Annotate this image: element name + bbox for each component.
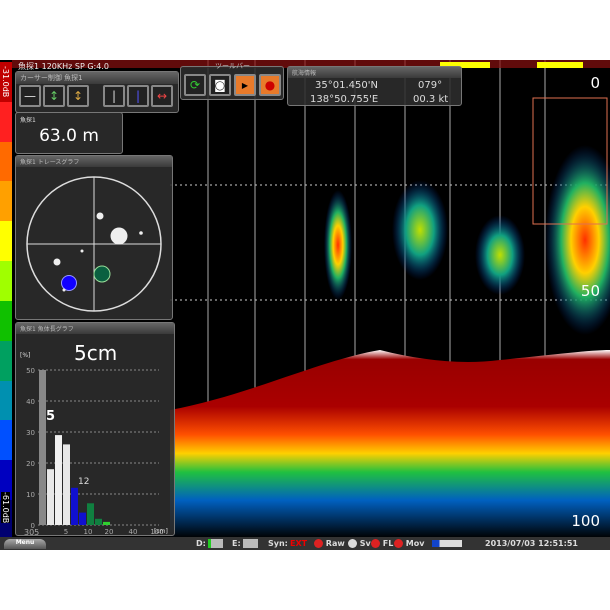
- x-tick-label: 40: [129, 528, 138, 535]
- color-scale-step: [0, 380, 12, 421]
- fish-count: 305: [24, 528, 40, 537]
- mov-toggle[interactable]: Mov: [394, 539, 424, 548]
- color-scale-step: [0, 340, 12, 381]
- histogram-bar: [95, 518, 102, 525]
- color-scale-step: [0, 101, 12, 142]
- trace-graph: [26, 176, 162, 312]
- fish-school: [324, 190, 352, 300]
- d-label: D:: [196, 539, 206, 548]
- histogram-bar: [55, 435, 62, 525]
- trace-graph-panel: 魚探1 トレースグラフ: [15, 155, 173, 320]
- mov-indicator-icon: [394, 539, 403, 548]
- refresh-button[interactable]: ⟳: [184, 74, 206, 96]
- histogram-bar: [47, 469, 54, 525]
- x-tick-label: 10: [84, 528, 93, 535]
- camera-button[interactable]: ◙: [209, 74, 231, 96]
- trace-point: [93, 265, 111, 283]
- panel-title: 魚探1 魚体長グラフ: [16, 323, 174, 334]
- toolbar-panel: ツールバー ⟳ ◙ ▶ ●: [180, 62, 284, 100]
- level-indicator: [432, 540, 462, 547]
- depth-label: 50: [580, 282, 600, 300]
- d-indicator: [208, 539, 223, 548]
- color-scale-step: [0, 141, 12, 182]
- status-bar: Menu D: E: Syn: EXT Raw Sv FL Mov 2013/0…: [0, 537, 610, 550]
- histogram-bar: [63, 444, 70, 525]
- x-axis-label: [cm]: [154, 528, 168, 535]
- vertical-line-button[interactable]: |: [103, 85, 125, 107]
- y-tick-label: 20: [26, 460, 35, 468]
- depth-value: 63.0 m: [39, 126, 99, 146]
- cursor-control-panel: カーサー制御 魚探1 — ↕ ↕ | | ↔: [15, 71, 179, 113]
- horizontal-line-button[interactable]: —: [19, 85, 41, 107]
- raw-indicator-icon: [314, 539, 323, 548]
- length-histogram: 010203040505 10 20 40 100: [26, 367, 164, 535]
- colorbar-bottom-label: -61.0dB: [1, 492, 10, 524]
- longitude: 138°50.755'E: [310, 94, 379, 105]
- color-scale-step: [0, 300, 12, 341]
- color-scale-step: [0, 261, 12, 301]
- histogram-bar: [103, 521, 110, 525]
- color-scale-step: [0, 420, 12, 461]
- marker-bar: [537, 62, 583, 68]
- syn-value: EXT: [290, 539, 308, 548]
- record-button[interactable]: ●: [259, 74, 281, 96]
- y-tick-label: 30: [26, 429, 35, 437]
- raw-toggle[interactable]: Raw: [314, 539, 345, 548]
- latitude: 35°01.450'N: [315, 80, 378, 91]
- fl-toggle[interactable]: FL: [371, 539, 393, 548]
- navigation-panel: 航海情報 35°01.450'N 138°50.755'E 079° 00.3 …: [287, 66, 462, 106]
- histogram-bar: [87, 503, 94, 525]
- sv-indicator-icon: [348, 539, 357, 548]
- fl-indicator-icon: [371, 539, 380, 548]
- panel-title: カーサー制御 魚探1: [16, 72, 178, 84]
- fish-length-panel: 魚探1 魚体長グラフ 5cm 0 10 20 30 40 50 5 10 20 40 100 [%]…: [15, 322, 175, 537]
- vertical-blue-button[interactable]: |: [127, 85, 149, 107]
- histogram-bar: [79, 512, 86, 525]
- horizontal-red-button[interactable]: ↔: [151, 85, 173, 107]
- histogram-bar: [71, 487, 78, 525]
- color-scale-step: [0, 221, 12, 262]
- fish-school: [545, 145, 610, 335]
- seabed-echo: [170, 350, 610, 538]
- record-video-button[interactable]: ▶: [234, 74, 256, 96]
- panel-title: 航海情報: [288, 67, 461, 78]
- x-tick-label: 20: [105, 528, 114, 535]
- fish-school: [392, 180, 448, 280]
- histogram-bar: [39, 370, 46, 525]
- datetime: 2013/07/03 12:51:51: [485, 539, 578, 548]
- syn-label: Syn:: [268, 539, 288, 548]
- heading: 079°: [418, 80, 443, 91]
- trace-point: [139, 231, 143, 235]
- peak-label: 12: [78, 477, 90, 487]
- trace-point: [110, 227, 128, 245]
- fish-school: [475, 215, 525, 295]
- y-tick-label: 40: [26, 398, 35, 406]
- color-scale: [0, 62, 12, 540]
- depth-panel: 魚探1 63.0 m: [15, 112, 123, 154]
- move-orange-button[interactable]: ↕: [67, 85, 89, 107]
- y-tick-label: 50: [26, 367, 35, 375]
- color-scale-step: [0, 181, 12, 222]
- move-green-button[interactable]: ↕: [43, 85, 65, 107]
- trace-point: [80, 249, 84, 253]
- x-tick-label: 5: [64, 528, 68, 535]
- trace-point: [61, 275, 77, 291]
- e-label: E:: [232, 539, 241, 548]
- y-tick-label: 10: [26, 491, 35, 499]
- panel-title: 魚探1: [20, 117, 36, 124]
- trace-point: [96, 212, 104, 220]
- menu-button[interactable]: Menu: [4, 539, 46, 549]
- trace-point: [62, 288, 66, 292]
- e-indicator: [243, 539, 258, 548]
- depth-label: 100: [571, 512, 600, 530]
- y-axis-label: [%]: [20, 352, 31, 359]
- colorbar-top-label: -31.0dB: [1, 66, 10, 98]
- depth-label: 0: [590, 74, 600, 92]
- speed: 00.3 kt: [413, 94, 449, 105]
- peak-label: 5: [46, 409, 56, 424]
- panel-title: ツールバー: [215, 62, 250, 70]
- trace-point: [53, 258, 61, 266]
- sv-toggle[interactable]: Sv: [348, 539, 371, 548]
